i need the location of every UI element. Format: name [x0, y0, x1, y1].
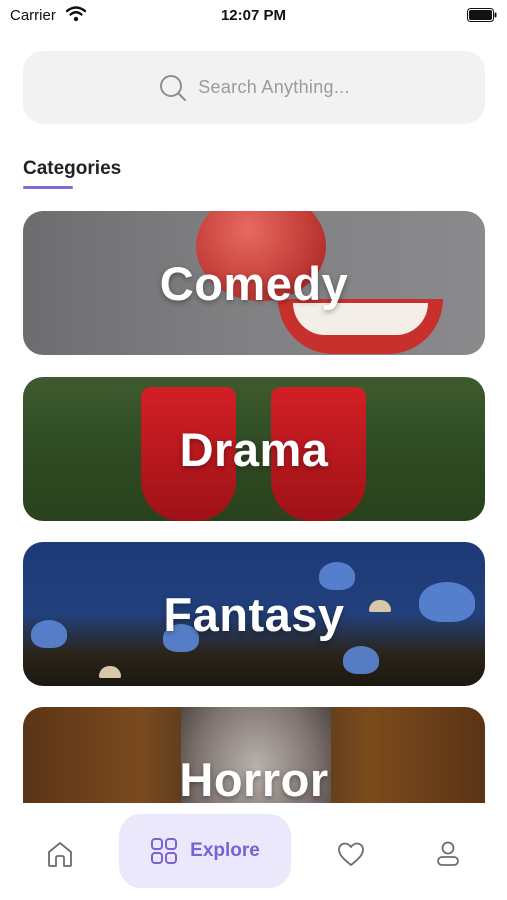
category-label: Fantasy: [163, 587, 345, 641]
grid-icon: [151, 838, 178, 864]
tab-profile[interactable]: [428, 834, 468, 874]
category-label: Horror: [179, 752, 329, 804]
category-label: Drama: [179, 422, 329, 476]
category-card-fantasy[interactable]: Fantasy: [23, 542, 485, 686]
category-card-drama[interactable]: Drama: [23, 377, 485, 521]
heart-icon: [338, 842, 364, 866]
user-icon: [437, 841, 459, 866]
tab-favorites[interactable]: [331, 834, 371, 874]
category-label: Comedy: [159, 256, 349, 310]
category-card-comedy[interactable]: Comedy: [23, 211, 485, 355]
home-icon: [48, 842, 72, 867]
tab-home[interactable]: [40, 834, 80, 874]
category-list: Comedy Drama Fantasy Horror: [0, 0, 507, 803]
category-card-horror[interactable]: Horror: [23, 707, 485, 803]
tab-explore-label: Explore: [190, 840, 260, 861]
tab-explore[interactable]: Explore: [119, 814, 291, 888]
